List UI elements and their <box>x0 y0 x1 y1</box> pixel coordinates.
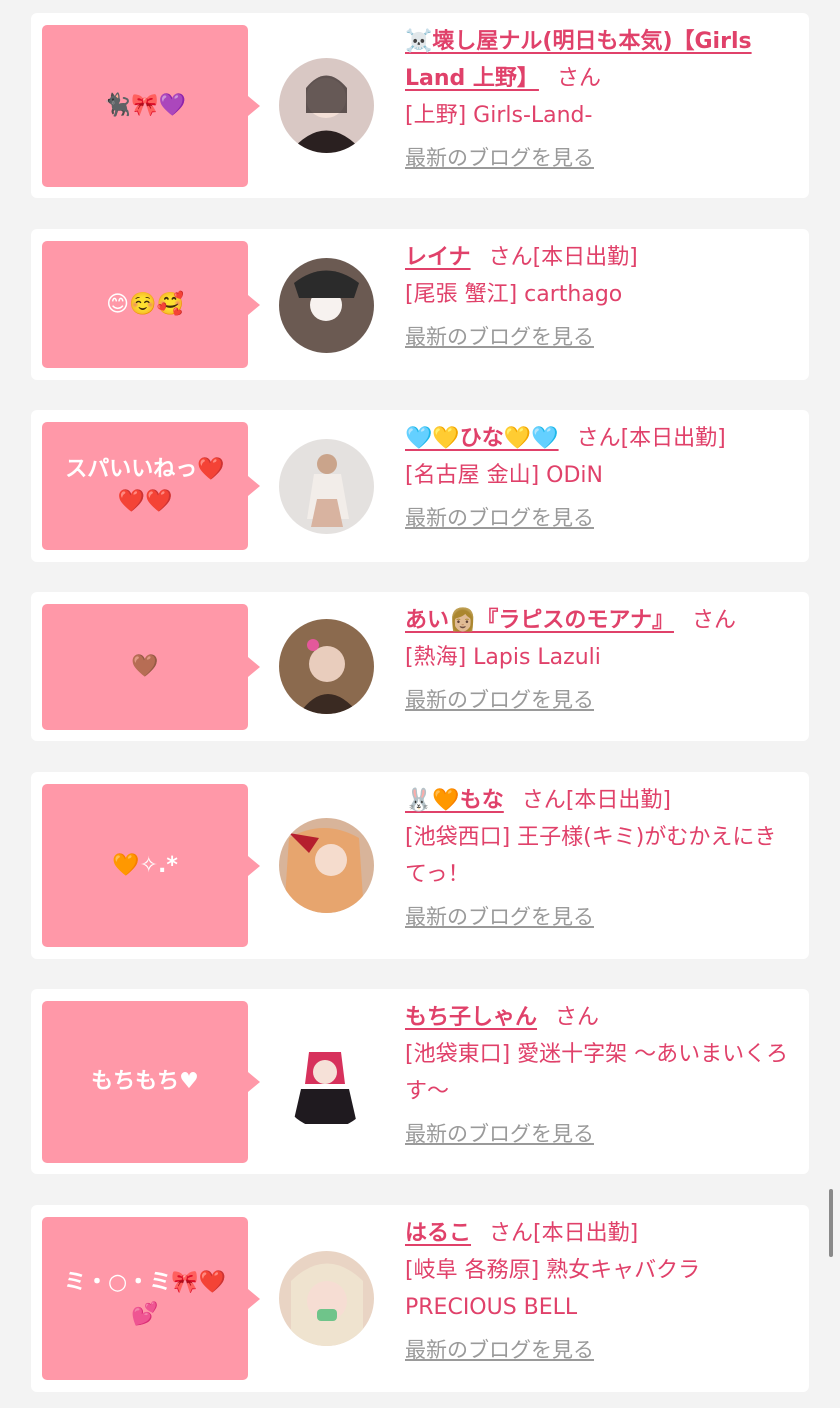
avatar[interactable] <box>279 258 374 353</box>
shop-info: [岐阜 各務原] 熟女キャバクラPRECIOUS BELL <box>405 1258 701 1320</box>
avatar-photo <box>284 828 364 913</box>
entry-info: あい👩🏼『ラピスのモアナ』 さん [熱海] Lapis Lazuli 最新のブログ… <box>405 602 793 719</box>
honorific: さん <box>489 1221 534 1246</box>
shop-info: [熱海] Lapis Lazuli <box>405 645 601 670</box>
avatar[interactable] <box>279 439 374 534</box>
status-badge: [本日出勤] <box>620 426 726 451</box>
list-item: 🧡✧.* 🐰🧡もな さん[本日出勤] [池袋西口] 王子様(キミ)がむかえにきてっ… <box>31 772 809 959</box>
honorific: さん <box>691 608 736 633</box>
comment-bubble: ミ・○・ミ🎀❤️💕 <box>42 1217 260 1380</box>
avatar-photo <box>291 1263 363 1346</box>
list-item: 🤎 あい👩🏼『ラピスのモアナ』 さん [熱海] Lapis Lazuli 最新のブ… <box>31 592 809 741</box>
honorific: さん <box>521 788 566 813</box>
status-badge: [本日出勤] <box>533 1221 639 1246</box>
avatar-photo <box>294 270 359 321</box>
honorific: さん <box>576 426 621 451</box>
avatar[interactable] <box>279 58 374 153</box>
latest-blog-link[interactable]: 最新のブログを見る <box>405 1332 594 1369</box>
avatar-photo <box>307 454 349 527</box>
comment-bubble: スパいいねっ❤️❤️❤️ <box>42 422 260 550</box>
comment-bubble: もちもち♥ <box>42 1001 260 1163</box>
cast-name-link[interactable]: あい👩🏼『ラピスのモアナ』 <box>405 608 674 633</box>
latest-blog-link[interactable]: 最新のブログを見る <box>405 682 594 719</box>
latest-blog-link[interactable]: 最新のブログを見る <box>405 319 594 356</box>
comment-bubble: 😊☺️🥰 <box>42 241 260 368</box>
status-badge: [本日出勤] <box>565 788 671 813</box>
honorific: さん <box>488 245 533 270</box>
cast-name-link[interactable]: はるこ <box>405 1221 471 1246</box>
status-badge: [本日出勤] <box>532 245 638 270</box>
honorific: さん <box>555 1005 600 1030</box>
honorific: さん <box>556 66 601 91</box>
list-item: 🐈‍⬛🎀💜 ☠️壊し屋ナル(明日も本気)【Girls Land 上野】 さん [上… <box>31 13 809 198</box>
avatar-photo <box>299 639 359 714</box>
cast-name-link[interactable]: レイナ <box>405 245 471 270</box>
shop-info: [池袋西口] 王子様(キミ)がむかえにきてっ！ <box>405 825 777 887</box>
cast-name-link[interactable]: 🩵💛ひな💛🩵 <box>405 426 559 451</box>
shop-info: [尾張 蟹江] carthago <box>405 282 623 307</box>
list-item: スパいいねっ❤️❤️❤️ 🩵💛ひな💛🩵 さん[本日出勤] [名古屋 金山] ODi… <box>31 410 809 562</box>
comment-bubble: 🧡✧.* <box>42 784 260 947</box>
list-item: 😊☺️🥰 レイナ さん[本日出勤] [尾張 蟹江] carthago 最新のブログ… <box>31 229 809 380</box>
scrollbar[interactable] <box>829 1189 833 1257</box>
latest-blog-link[interactable]: 最新のブログを見る <box>405 140 594 177</box>
comment-bubble: 🐈‍⬛🎀💜 <box>42 25 260 187</box>
comment-bubble: 🤎 <box>42 604 260 730</box>
avatar-photo <box>293 1052 357 1124</box>
cast-name-link[interactable]: 🐰🧡もな <box>405 788 504 813</box>
latest-blog-link[interactable]: 最新のブログを見る <box>405 899 594 936</box>
list-item: ミ・○・ミ🎀❤️💕 はるこ さん[本日出勤] [岐阜 各務原] 熟女キャバクラPR… <box>31 1205 809 1392</box>
entry-info: レイナ さん[本日出勤] [尾張 蟹江] carthago 最新のブログを見る <box>405 239 793 356</box>
shop-info: [池袋東口] 愛迷十字架 〜あいまいくろす〜 <box>405 1042 789 1104</box>
entry-info: ☠️壊し屋ナル(明日も本気)【Girls Land 上野】 さん [上野] Gir… <box>405 23 793 177</box>
latest-blog-link[interactable]: 最新のブログを見る <box>405 500 594 537</box>
avatar[interactable] <box>279 1034 374 1129</box>
avatar[interactable] <box>279 619 374 714</box>
cast-name-link[interactable]: もち子しゃん <box>405 1005 537 1030</box>
entry-info: はるこ さん[本日出勤] [岐阜 各務原] 熟女キャバクラPRECIOUS BEL… <box>405 1215 793 1369</box>
avatar-photo <box>289 75 364 153</box>
shop-info: [上野] Girls-Land- <box>405 103 593 128</box>
entry-info: 🩵💛ひな💛🩵 さん[本日出勤] [名古屋 金山] ODiN 最新のブログを見る <box>405 420 793 537</box>
entry-info: もち子しゃん さん [池袋東口] 愛迷十字架 〜あいまいくろす〜 最新のブログを見… <box>405 999 793 1153</box>
latest-blog-link[interactable]: 最新のブログを見る <box>405 1116 594 1153</box>
list-item: もちもち♥ もち子しゃん さん [池袋東口] 愛迷十字架 〜あいまいくろす〜 最新… <box>31 989 809 1174</box>
shop-info: [名古屋 金山] ODiN <box>405 463 603 488</box>
entry-info: 🐰🧡もな さん[本日出勤] [池袋西口] 王子様(キミ)がむかえにきてっ！ 最新の… <box>405 782 793 936</box>
avatar[interactable] <box>279 1251 374 1346</box>
avatar[interactable] <box>279 818 374 913</box>
